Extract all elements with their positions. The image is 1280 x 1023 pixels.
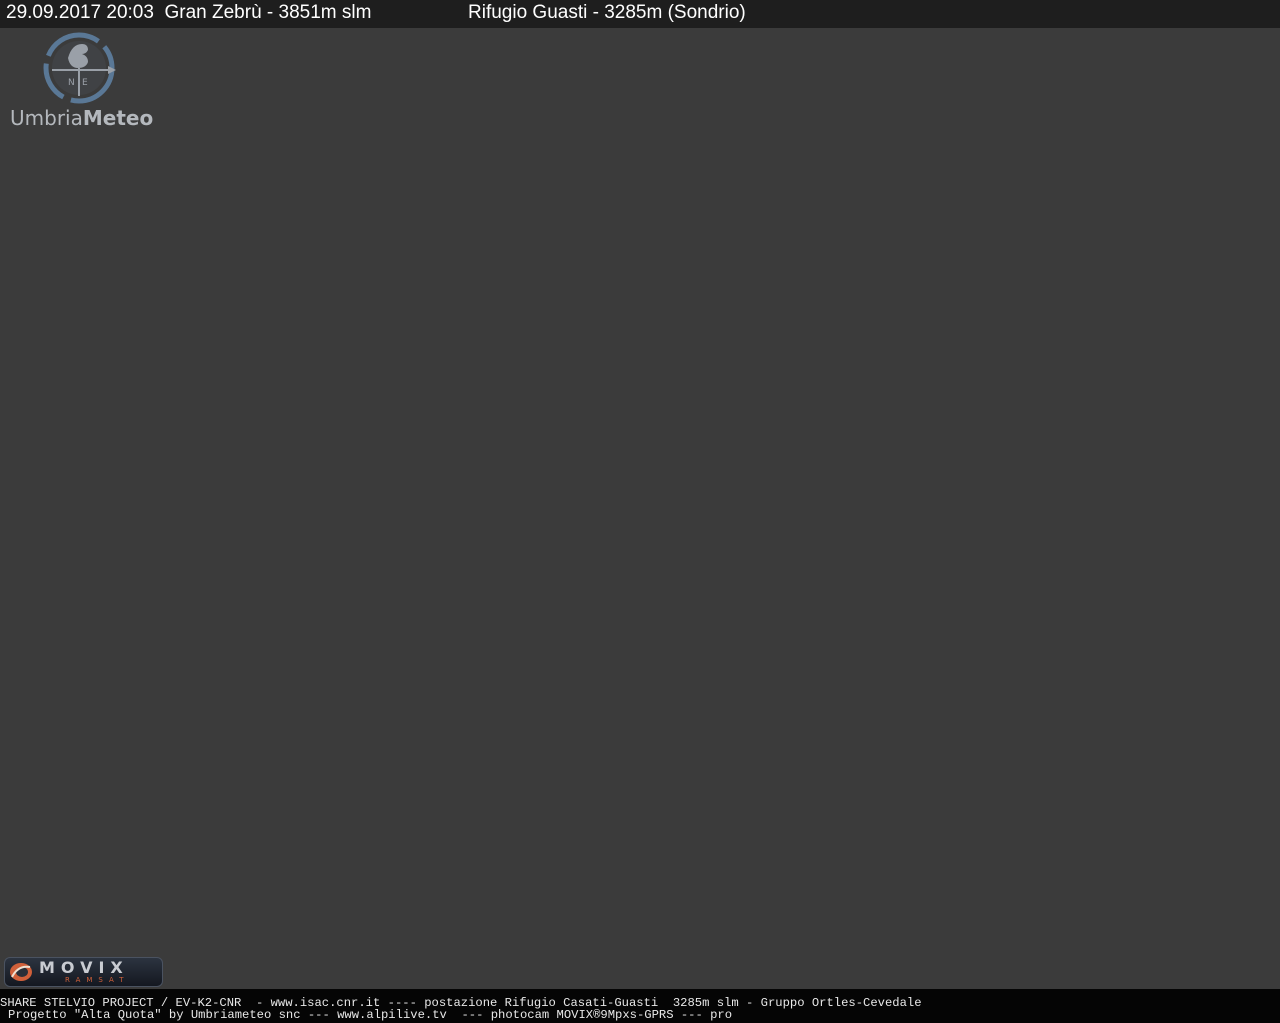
svg-text:E: E [82,78,88,88]
movix-logo: MOVIX RAMSAT [4,957,163,987]
caption-left: 29.09.2017 20:03 Gran Zebrù - 3851m slm [6,0,371,26]
wordmark-umbria: Umbria [10,106,83,130]
camera-mark-icon [10,963,32,981]
timestamp: 29.09.2017 20:03 [6,2,154,23]
info-footer: SHARE STELVIO PROJECT / EV-K2-CNR - www.… [0,989,1280,1023]
footer-line-2: Progetto "Alta Quota" by Umbriameteo snc… [8,1008,733,1022]
wordmark-meteo: Meteo [82,106,154,130]
peak-label: Gran Zebrù - 3851m slm [164,2,372,23]
svg-text:N: N [68,78,75,88]
webcam-image [0,28,1280,989]
caption-bar: 29.09.2017 20:03 Gran Zebrù - 3851m slm … [0,0,1280,28]
movix-subtitle: RAMSAT [65,976,130,984]
umbriameteo-wordmark: UmbriaMeteo [10,106,153,130]
movix-title: MOVIX [39,958,129,977]
station-label: Rifugio Guasti - 3285m (Sondrio) [468,2,746,23]
